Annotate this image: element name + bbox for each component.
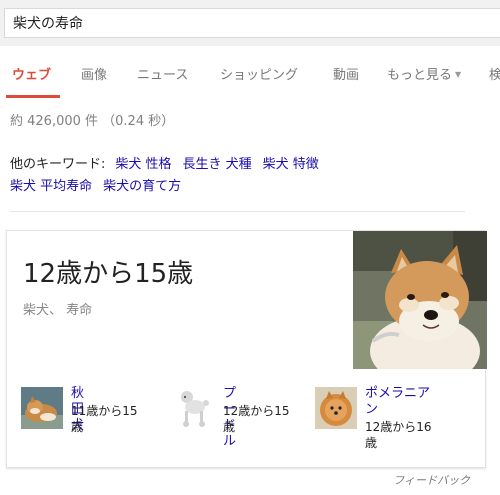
divider <box>10 211 465 212</box>
related-breed-lifespan: 12歳から15歳 <box>223 404 290 434</box>
related-link[interactable]: 長生き 犬種 <box>183 157 252 172</box>
related-link[interactable]: 柴犬 特徴 <box>263 157 319 172</box>
tab-shopping[interactable]: ショッピング <box>220 64 298 83</box>
shiba-inu-photo[interactable] <box>353 231 487 369</box>
answer-text: 12歳から15歳 <box>23 259 194 289</box>
related-breed-lifespan: 11歳から15歳 <box>71 404 138 434</box>
caret-down-icon: ▼ <box>455 70 462 79</box>
search-box[interactable] <box>4 8 500 38</box>
akita-image <box>21 387 63 429</box>
tab-images[interactable]: 画像 <box>81 64 107 83</box>
poodle-thumbnail[interactable] <box>173 387 215 429</box>
tab-more-label: もっと見る <box>387 68 453 83</box>
related-searches: 他のキーワード: 柴犬 性格 長生き 犬種 柴犬 特徴柴犬 平均寿命 柴犬の育て方 <box>10 154 480 198</box>
pomeranian-image <box>315 387 357 429</box>
related-link[interactable]: 柴犬 平均寿命 <box>10 179 92 194</box>
poodle-image <box>173 387 215 429</box>
related-label: 他のキーワード: <box>10 157 106 172</box>
pomeranian-thumbnail[interactable] <box>315 387 357 429</box>
answer-subject: 柴犬、 寿命 <box>23 303 93 318</box>
related-link[interactable]: 柴犬 性格 <box>115 157 171 172</box>
top-bar <box>0 0 500 46</box>
tab-videos[interactable]: 動画 <box>333 64 359 83</box>
tab-search-tools[interactable]: 検 <box>489 64 500 83</box>
feedback-link[interactable]: フィードバック <box>393 472 470 488</box>
related-link[interactable]: 柴犬の育て方 <box>103 179 181 194</box>
tab-news[interactable]: ニュース <box>137 64 188 83</box>
tab-web[interactable]: ウェブ <box>12 64 51 83</box>
shiba-inu-image <box>353 231 487 369</box>
search-input[interactable] <box>13 15 493 31</box>
tab-more[interactable]: もっと見る ▼ <box>387 64 461 83</box>
search-tabs: ウェブ 画像 ニュース ショッピング 動画 もっと見る ▼ 検 <box>0 46 500 99</box>
related-breed-lifespan: 12歳から16歳 <box>365 420 432 450</box>
knowledge-card: 12歳から15歳 柴犬、 寿命 秋田犬 11歳から15歳 プードル 12歳から1… <box>6 230 487 468</box>
result-stats: 約 426,000 件 （0.24 秒） <box>10 114 175 129</box>
related-breed-name[interactable]: ポメラニアン <box>365 386 437 418</box>
akita-thumbnail[interactable] <box>21 387 63 429</box>
results-area: 約 426,000 件 （0.24 秒） 他のキーワード: 柴犬 性格 長生き 犬種… <box>0 98 500 495</box>
